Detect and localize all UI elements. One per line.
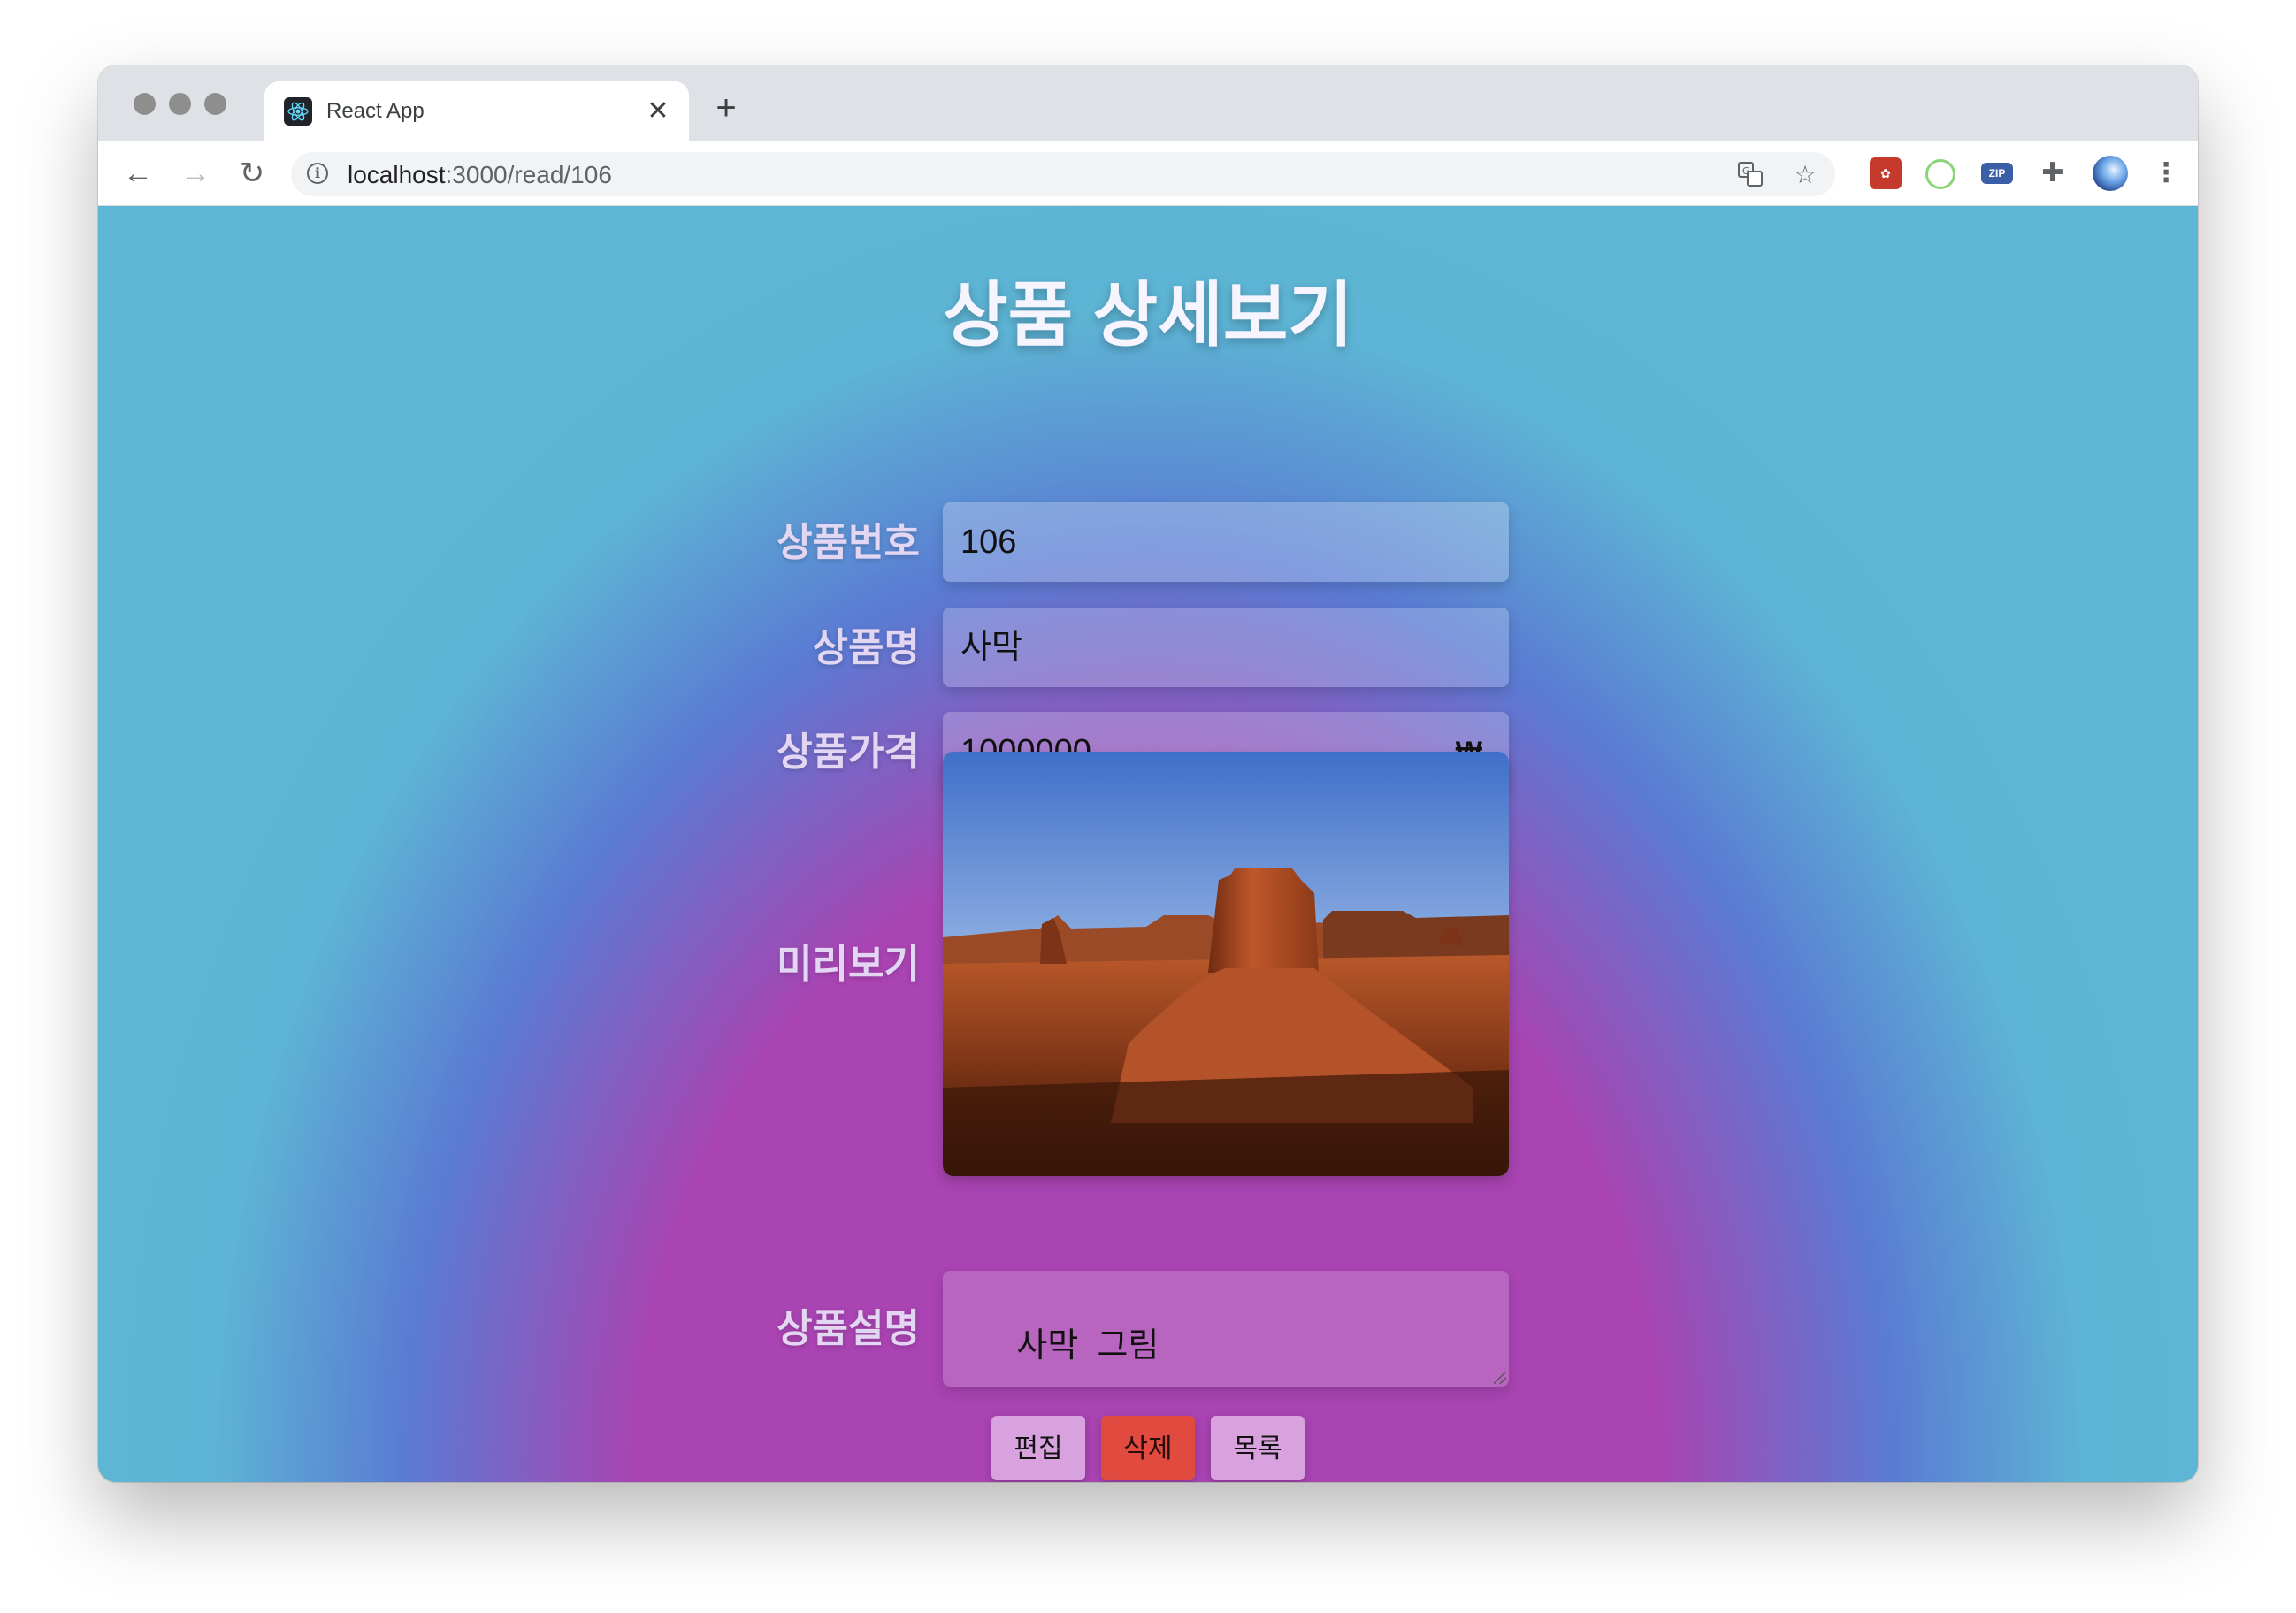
ext-red-icon[interactable]: ✿ [1870, 157, 1902, 189]
site-info-icon[interactable]: i [307, 163, 328, 184]
star-icon[interactable]: ☆ [1791, 161, 1819, 189]
description-text: 사막 그림 [1016, 1327, 1159, 1365]
puzzle-icon[interactable]: ✚ [2037, 157, 2069, 189]
url-host: localhost [348, 161, 446, 188]
maximize-window-button[interactable] [204, 93, 226, 115]
page-viewport: 상품 상세보기 상품번호 106 상품명 사막 상품가격 1000000 ₩ 미… [98, 206, 2198, 1482]
description-textarea[interactable]: 사막 그림 [943, 1271, 1509, 1387]
reload-button[interactable]: ↻ [234, 156, 270, 191]
edit-button[interactable]: 편집 [991, 1416, 1085, 1480]
description-label: 상품설명 [777, 1307, 920, 1350]
close-window-button[interactable] [134, 93, 156, 115]
forward-button[interactable]: → [178, 156, 213, 191]
menu-kebab-icon[interactable]: ⋮ [2150, 157, 2182, 189]
product-name-label: 상품명 [812, 626, 920, 669]
svg-text:G: G [1742, 165, 1750, 177]
list-button[interactable]: 목록 [1211, 1416, 1305, 1480]
product-price-label: 상품가격 [777, 730, 920, 774]
page-title: 상품 상세보기 [943, 276, 1353, 355]
translate-icon[interactable]: G [1736, 161, 1764, 189]
minimize-window-button[interactable] [169, 93, 191, 115]
product-id-field[interactable]: 106 [943, 502, 1509, 582]
back-button[interactable]: ← [120, 156, 156, 191]
browser-window: React App ✕ + ← → ↻ i localhost:3000/rea… [98, 65, 2198, 1482]
address-bar[interactable]: i localhost:3000/read/106 G ☆ [291, 152, 1835, 196]
preview-label: 미리보기 [777, 943, 920, 986]
url-path: :3000/read/106 [445, 161, 612, 188]
delete-button[interactable]: 삭제 [1101, 1416, 1195, 1480]
ext-zip-icon[interactable]: ZIP [1981, 163, 2013, 184]
url-text: localhost:3000/read/106 [348, 161, 612, 189]
tab-strip: React App ✕ + [98, 65, 2198, 141]
resize-handle-icon[interactable] [1494, 1372, 1506, 1384]
browser-toolbar: ← → ↻ i localhost:3000/read/106 G ☆ ✿ ZI… [98, 141, 2198, 206]
tab-close-icon[interactable]: ✕ [643, 96, 673, 126]
product-id-label: 상품번호 [777, 521, 920, 564]
product-name-field[interactable]: 사막 [943, 608, 1509, 687]
ext-ring-icon[interactable] [1925, 159, 1955, 189]
new-tab-button[interactable]: + [708, 90, 744, 126]
browser-tab[interactable]: React App ✕ [264, 81, 689, 141]
profile-avatar[interactable] [2093, 156, 2128, 191]
react-logo-icon [284, 97, 312, 126]
product-preview-image [943, 752, 1509, 1176]
tab-title: React App [326, 99, 425, 123]
